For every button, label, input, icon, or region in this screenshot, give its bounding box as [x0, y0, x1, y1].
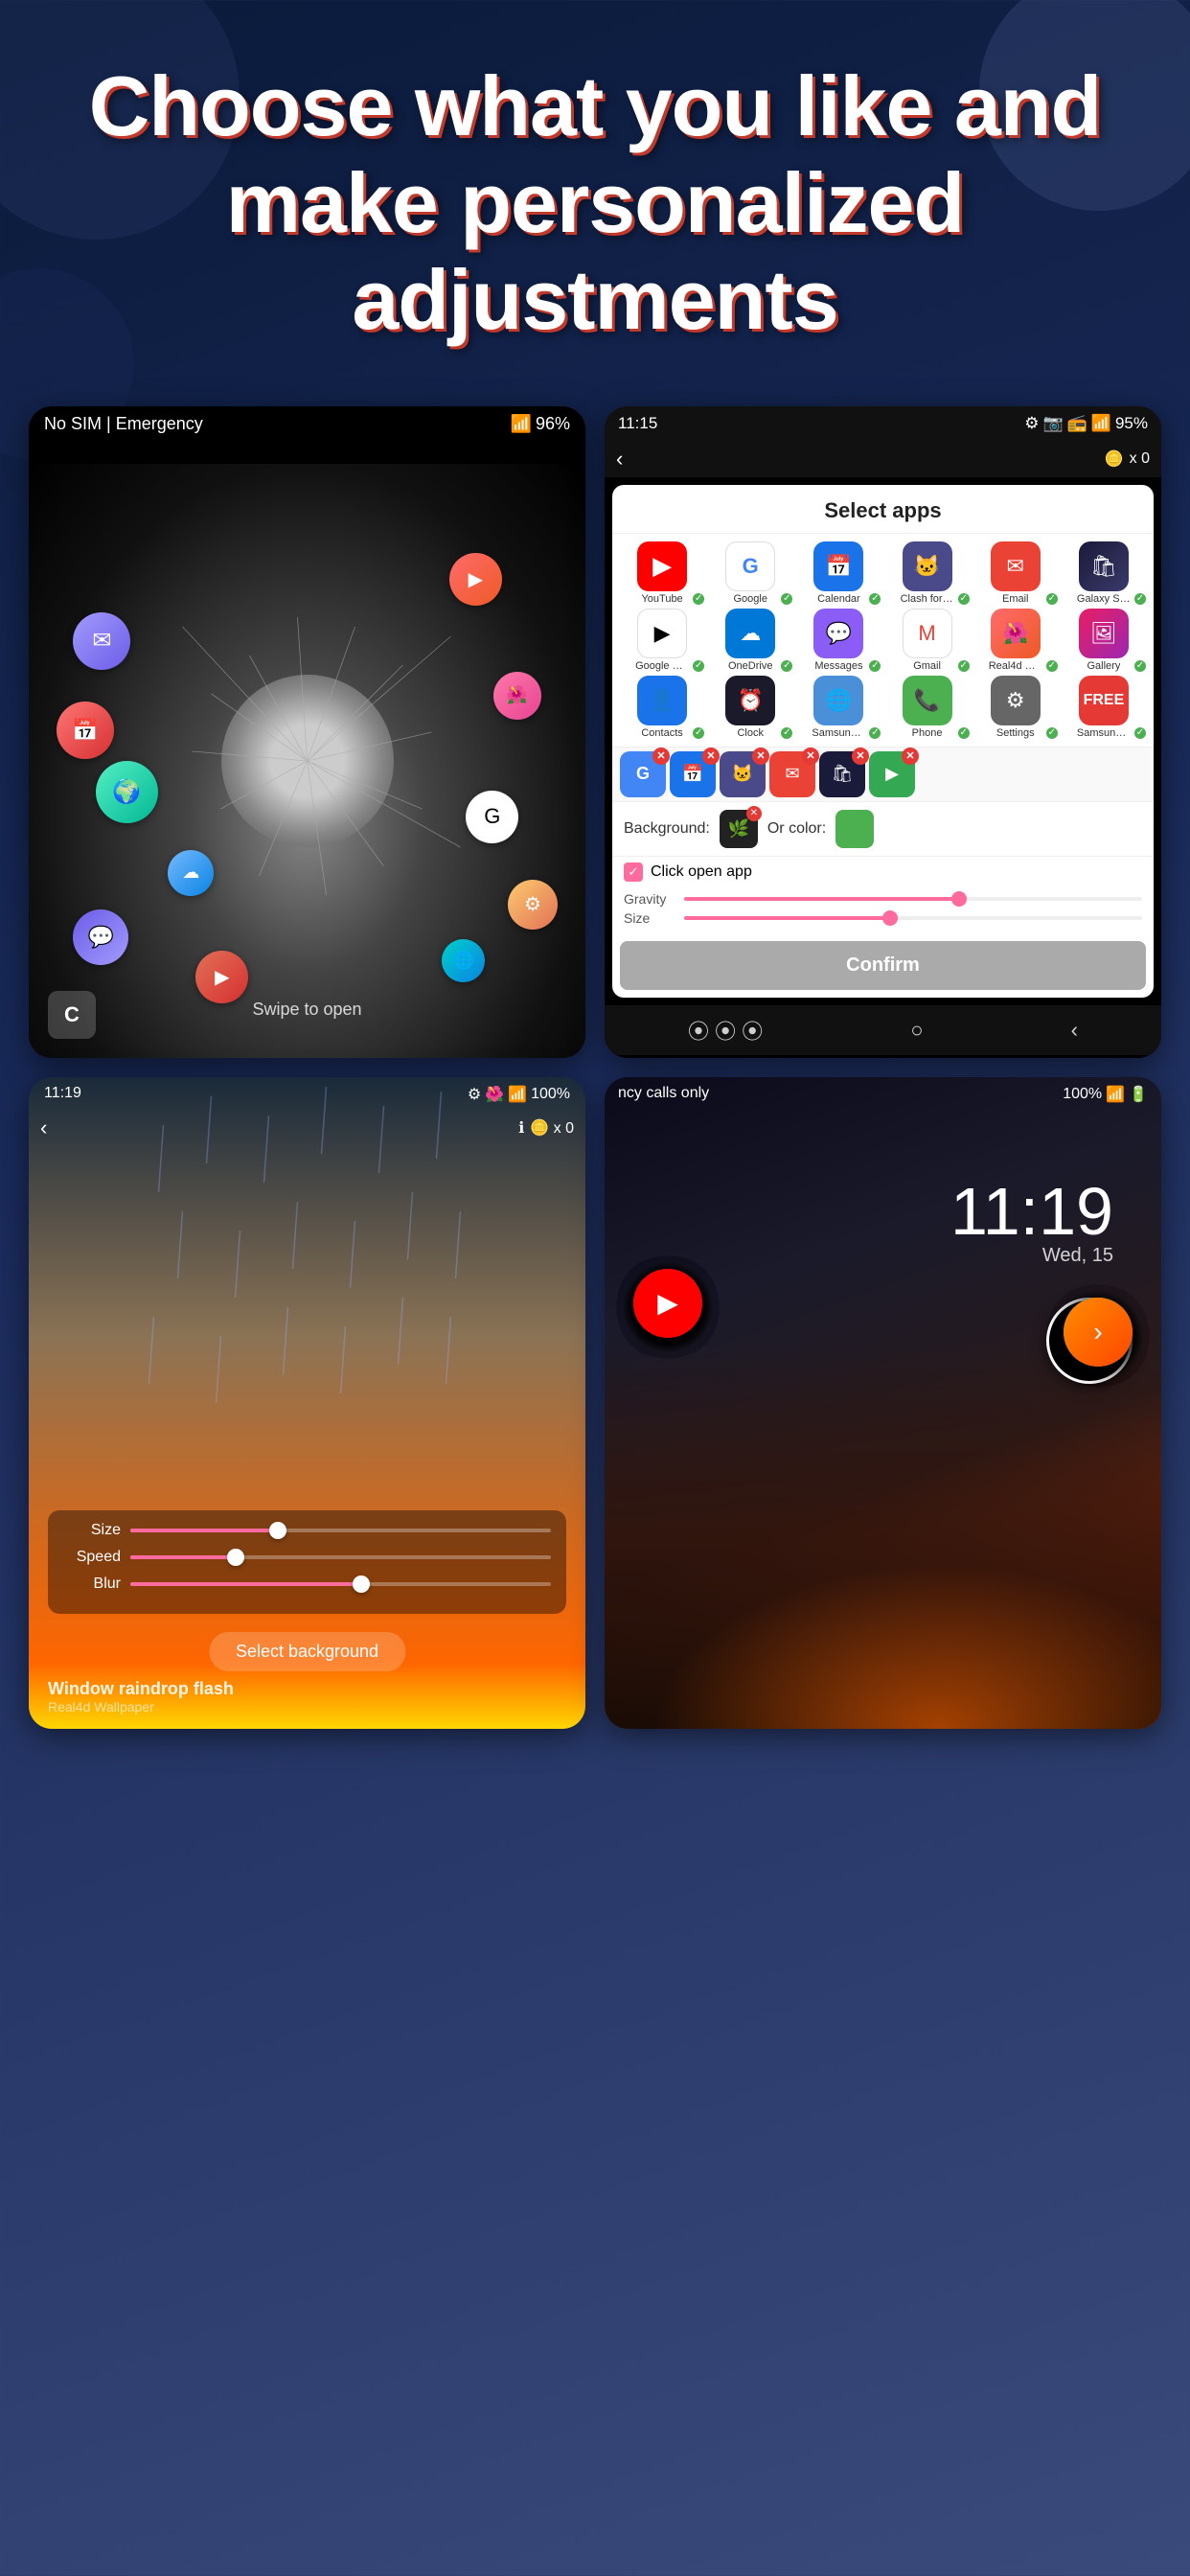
app-item-settings[interactable]: ⚙ ✓ Settings [973, 676, 1058, 739]
gravity-slider[interactable] [684, 897, 1142, 901]
app-item-clock[interactable]: ⏰ ✓ Clock [708, 676, 792, 739]
app-item-youtube[interactable]: ▶ ✓ YouTube [620, 541, 704, 605]
app-youtube[interactable]: ▶ [633, 1269, 702, 1338]
blur-label-3: Blur [63, 1576, 121, 1593]
sliders-section: Gravity Size [612, 887, 1154, 933]
status-time-3: 11:19 [44, 1085, 81, 1104]
app-item-playstore[interactable]: ▶ ✓ Google Play... [620, 609, 704, 672]
app-item-clash[interactable]: 🐱 ✓ Clash for An... [884, 541, 969, 605]
size-label: Size [624, 910, 676, 926]
screenshot-lock-screen: No SIM | Emergency 📶 96% 11:19 Thu, June… [29, 406, 585, 1058]
click-open-row[interactable]: ✓ Click open app [612, 856, 1154, 887]
app-item-messages[interactable]: 💬 ✓ Messages [796, 609, 881, 672]
app-item-gallery[interactable]: 🖼 ✓ Gallery [1062, 609, 1146, 672]
status-bar-1: No SIM | Emergency 📶 96% [29, 406, 585, 442]
sliders-panel-3: Size Speed Blur [48, 1510, 566, 1614]
battery-level-1: 96% [536, 414, 570, 434]
status-calls: ncy calls only [618, 1085, 709, 1104]
status-bar-4: ncy calls only 100% 📶 🔋 [605, 1077, 1161, 1112]
select-apps-dialog: Select apps ▶ ✓ YouTube G ✓ Google [612, 485, 1154, 998]
remove-background[interactable]: ✕ [746, 806, 762, 821]
coin-count: x 0 [1130, 450, 1150, 468]
click-open-label: Click open app [651, 863, 752, 881]
status-bar-3: 11:19 ⚙🌺 📶 100% [29, 1077, 585, 1112]
speed-label-3: Speed [63, 1549, 121, 1566]
or-color-label: Or color: [767, 820, 826, 838]
battery-3: 100% [531, 1086, 570, 1103]
app-item-onedrive[interactable]: ☁ ✓ OneDrive [708, 609, 792, 672]
background-label: Background: [624, 820, 710, 838]
app-item-google[interactable]: G ✓ Google [708, 541, 792, 605]
page-header: Choose what you like and make personaliz… [0, 0, 1190, 387]
size-slider[interactable] [684, 916, 1142, 920]
back-icon-3[interactable]: ‹ [40, 1116, 47, 1140]
speed-slider-3[interactable] [130, 1555, 551, 1559]
coin-icon: 🪙 [1105, 449, 1124, 469]
app-item-phone[interactable]: 📞 ✓ Phone [884, 676, 969, 739]
app-item-galaxy[interactable]: 🛍 ✓ Galaxy Store [1062, 541, 1146, 605]
watermark: Window raindrop flash Real4d Wallpaper [48, 1679, 234, 1714]
topbar-2: ‹ 🪙 x 0 [605, 441, 1161, 477]
back-icon[interactable]: ‹ [616, 447, 623, 472]
app-item-samsungfr[interactable]: FREE ✓ Samsung Fr... [1062, 676, 1146, 739]
app-item-calendar[interactable]: 📅 ✓ Calendar [796, 541, 881, 605]
size-label-3: Size [63, 1522, 121, 1539]
app-item-email[interactable]: ✉ ✓ Email [973, 541, 1058, 605]
confirm-button[interactable]: Confirm [620, 941, 1146, 990]
color-picker[interactable] [835, 810, 874, 848]
screenshots-grid: No SIM | Emergency 📶 96% 11:19 Thu, June… [0, 387, 1190, 1748]
corner-button[interactable]: C [48, 991, 96, 1039]
background-section: Background: 🌿 ✕ Or color: [612, 801, 1154, 856]
wallpaper-subtitle: Real4d Wallpaper [48, 1699, 234, 1714]
fire-glow [605, 1537, 1161, 1729]
check-youtube: ✓ [691, 591, 706, 607]
screenshot-select-apps: 11:15 ⚙📷📻 📶 95% ‹ 🪙 x 0 Select apps [605, 406, 1161, 1058]
app-item-contacts[interactable]: 👤 ✓ Contacts [620, 676, 704, 739]
size-slider-3[interactable] [130, 1529, 551, 1532]
apps-grid[interactable]: ▶ ✓ YouTube G ✓ Google 📅 ✓ Calendar [612, 534, 1154, 747]
app-arrow[interactable]: › [1064, 1298, 1133, 1367]
dialog-title: Select apps [612, 485, 1154, 534]
app-item-samsungint[interactable]: 🌐 ✓ Samsung Int... [796, 676, 881, 739]
nav-menu-icon[interactable]: ⦿ ⦿ ⦿ [688, 1015, 763, 1046]
app-item-gmail[interactable]: M ✓ Gmail [884, 609, 969, 672]
screenshot-cityscape: ncy calls only 100% 📶 🔋 11:19 Wed, 15 ⊙ … [605, 1077, 1161, 1729]
check-google: ✓ [779, 591, 794, 607]
nav-home-icon[interactable]: ○ [910, 1018, 923, 1043]
dandelion-wallpaper: ▶ ✉ 🌺 🌍 G ☁ 📅 ⚙ 💬 🌐 ▶ [29, 464, 585, 1058]
date-4: Wed, 15 [1042, 1245, 1113, 1267]
status-bar-2: 11:15 ⚙📷📻 📶 95% [605, 406, 1161, 441]
app-item-real4d[interactable]: 🌺 ✓ Real4d Wall... [973, 609, 1058, 672]
page-title: Choose what you like and make personaliz… [77, 58, 1113, 349]
navigation-bar: ⦿ ⦿ ⦿ ○ ‹ [605, 1005, 1161, 1055]
screenshot-rain-effect: 11:19 ⚙🌺 📶 100% ‹ ℹ 🪙 x 0 Size [29, 1077, 585, 1729]
blur-slider-3[interactable] [130, 1582, 551, 1586]
status-time-2: 11:15 [618, 414, 657, 433]
clock-4: 11:19 [950, 1173, 1113, 1250]
wallpaper-title: Window raindrop flash [48, 1679, 234, 1699]
no-sim: 100% [1063, 1086, 1102, 1103]
wifi-icon: 📶 [511, 414, 532, 434]
swipe-hint: Swipe to open [252, 1000, 361, 1020]
gravity-label: Gravity [624, 891, 676, 907]
battery-2: 95% [1115, 414, 1148, 433]
topbar-3: ‹ ℹ 🪙 x 0 [29, 1112, 585, 1144]
nav-back-icon[interactable]: ‹ [1071, 1018, 1078, 1043]
select-background-button[interactable]: Select background [209, 1632, 405, 1671]
status-carrier: No SIM | Emergency [44, 414, 203, 434]
click-open-checkbox[interactable]: ✓ [624, 862, 643, 882]
